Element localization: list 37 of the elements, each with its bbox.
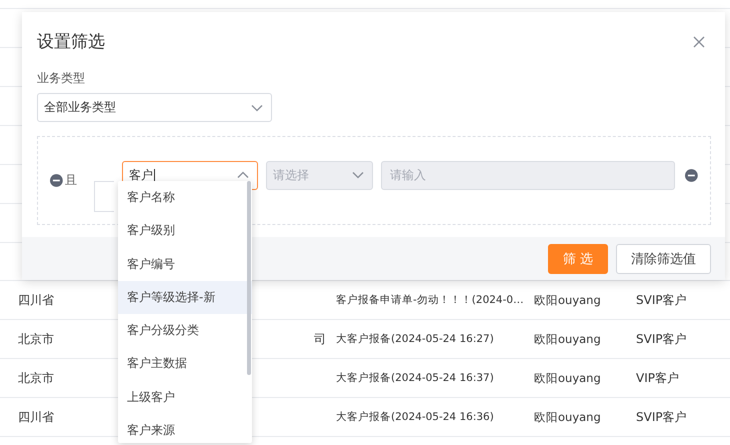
chevron-down-icon <box>352 171 364 179</box>
dropdown-option[interactable]: 客户等级选择-新 <box>118 280 252 314</box>
table-cell: 大客户报备(2024-05-24 16:37) <box>336 372 494 384</box>
table-cell: 欧阳ouyang <box>534 332 601 346</box>
remove-icon[interactable] <box>50 174 63 187</box>
table-cell: 欧阳ouyang <box>534 370 601 384</box>
scrollbar[interactable] <box>247 181 251 375</box>
business-type-select[interactable]: 全部业务类型 <box>37 93 272 122</box>
table-cell: SVIP客户 <box>636 330 687 348</box>
close-icon[interactable] <box>693 36 705 48</box>
chevron-down-icon <box>251 104 263 112</box>
table-cell: 司 <box>314 330 326 348</box>
dropdown-option[interactable]: 上级客户 <box>118 380 252 414</box>
table-cell: 客户报备申请单-勿动！！！(2024-0… <box>336 294 524 306</box>
table-cell: VIP客户 <box>636 370 679 386</box>
clear-button[interactable]: 清除筛选值 <box>616 244 711 274</box>
logic-label: 且 <box>64 172 78 189</box>
field-label: 业务类型 <box>37 70 86 87</box>
table-cell: 四川省 <box>18 292 54 306</box>
dropdown-option[interactable]: 客户来源 <box>118 414 252 443</box>
dropdown-option[interactable]: 客户编号 <box>118 248 252 281</box>
table-cell: 四川省 <box>18 410 54 424</box>
table-cell: SVIP客户 <box>636 408 687 426</box>
remove-icon[interactable] <box>685 168 698 182</box>
dropdown-option[interactable]: 客户分级分类 <box>118 314 252 348</box>
table-cell: 欧阳ouyang <box>534 292 601 306</box>
table-cell: SVIP客户 <box>636 292 687 308</box>
table-cell: 大客户报备(2024-05-24 16:36) <box>336 411 494 423</box>
dialog-title: 设置筛选 <box>37 30 105 52</box>
table-cell: 欧阳ouyang <box>534 410 601 424</box>
table-cell: 大客户报备(2024-05-24 16:27) <box>336 333 494 345</box>
table-cell: 北京市 <box>18 332 54 346</box>
chevron-icon <box>236 171 249 179</box>
bracket-line <box>94 181 114 212</box>
table-cell: 北京市 <box>18 370 54 384</box>
dropdown-option[interactable]: 客户级别 <box>118 214 252 248</box>
dropdown-option[interactable]: 客户主数据 <box>118 347 252 381</box>
